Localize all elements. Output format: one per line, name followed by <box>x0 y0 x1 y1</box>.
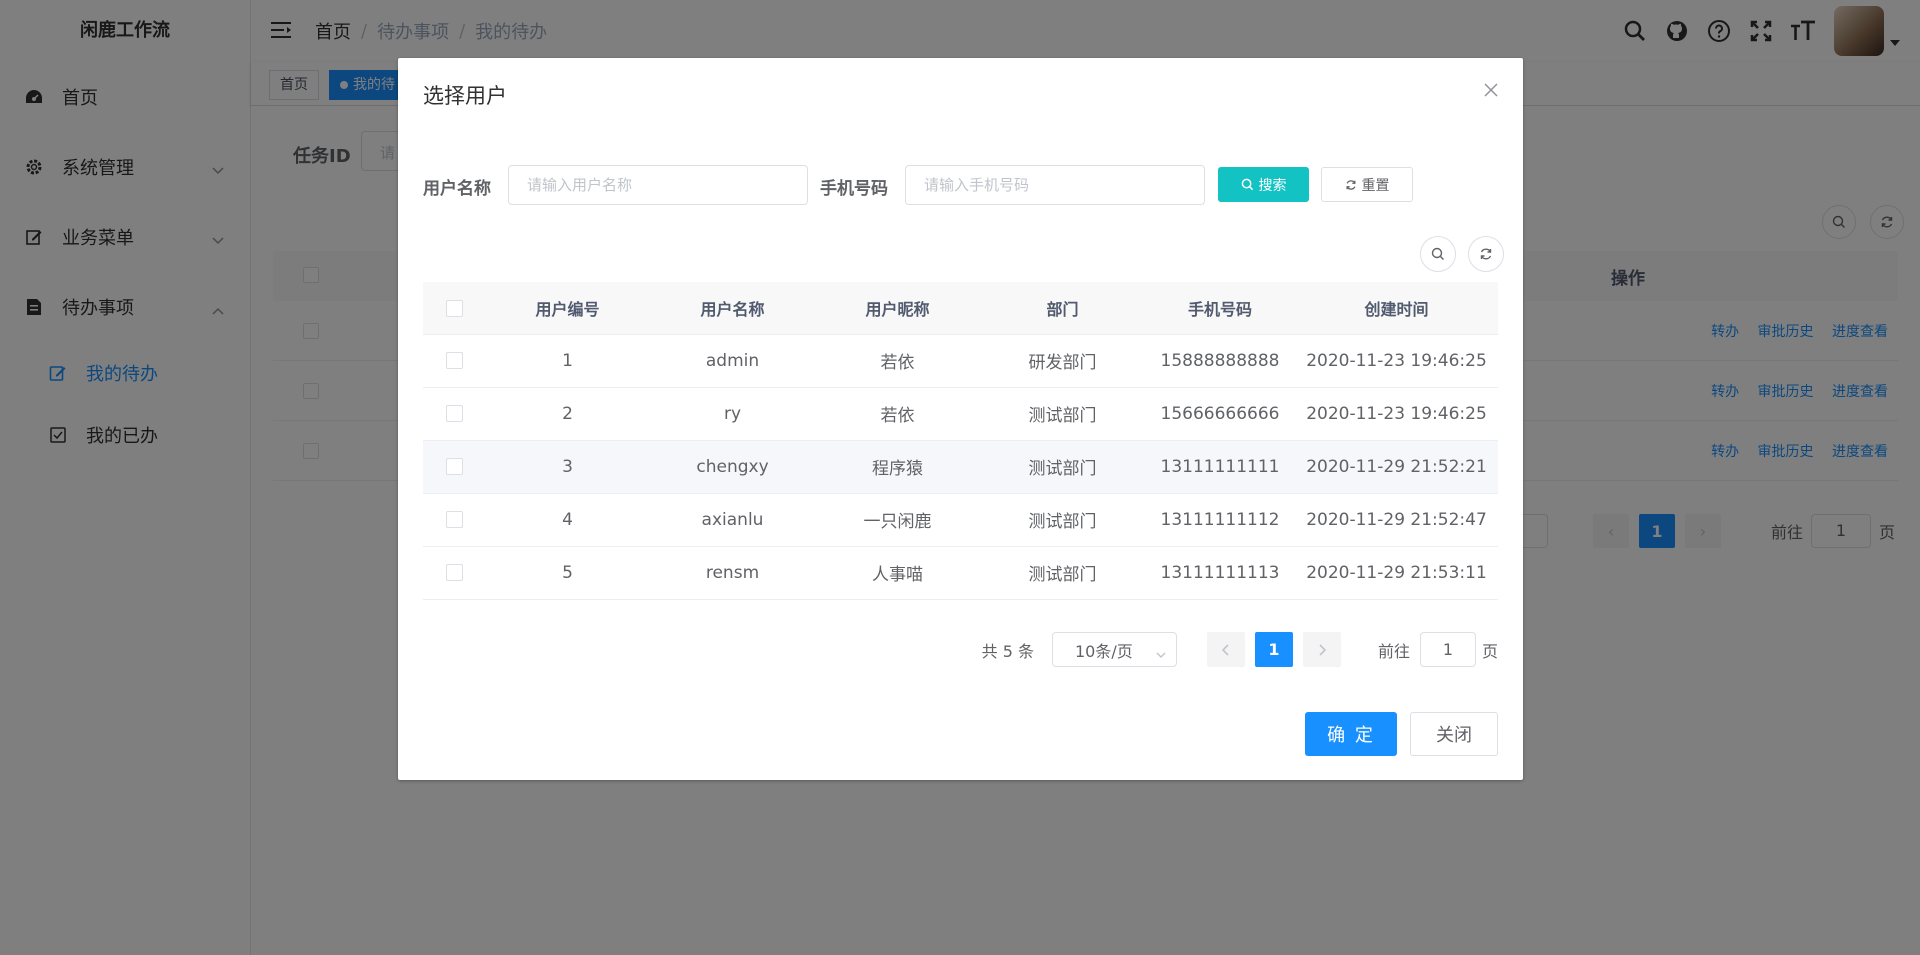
page-number-button[interactable]: 1 <box>1254 632 1293 667</box>
chevron-down-icon <box>1156 644 1166 663</box>
table-cell: 测试部门 <box>980 546 1145 600</box>
table-cell: 2 <box>485 387 650 441</box>
table-cell: 若依 <box>815 334 980 388</box>
column-header: 创建时间 <box>1295 282 1498 335</box>
page-suffix: 页 <box>1481 641 1498 661</box>
table-row[interactable]: 1 admin 若依 研发部门 15888888888 2020-11-23 1… <box>423 334 1498 388</box>
search-button[interactable]: 搜索 <box>1218 167 1309 202</box>
total-count: 共 5 条 <box>981 641 1034 661</box>
search-button-label: 搜索 <box>1258 177 1287 194</box>
prev-page-button[interactable] <box>1206 632 1245 667</box>
reset-button[interactable]: 重置 <box>1321 167 1413 202</box>
table-cell: 2020-11-29 21:53:11 <box>1295 546 1498 600</box>
username-input[interactable] <box>508 165 808 205</box>
next-page-button[interactable] <box>1302 632 1341 667</box>
close-icon[interactable] <box>1481 80 1501 100</box>
column-header: 用户编号 <box>485 282 650 335</box>
username-label: 用户名称 <box>423 179 491 199</box>
table-cell: 13111111111 <box>1145 440 1295 494</box>
table-cell: 4 <box>485 493 650 547</box>
toggle-search-button[interactable] <box>1420 236 1456 272</box>
row-checkbox[interactable] <box>445 458 463 475</box>
search-icon <box>1431 247 1444 260</box>
table-cell: 13111111112 <box>1145 493 1295 547</box>
page-size-select[interactable]: 10条/页 <box>1051 632 1177 667</box>
phone-input[interactable] <box>905 165 1205 205</box>
confirm-button[interactable]: 确 定 <box>1305 712 1397 756</box>
table-cell: 测试部门 <box>980 387 1145 441</box>
table-row[interactable]: 2 ry 若依 测试部门 15666666666 2020-11-23 19:4… <box>423 387 1498 441</box>
table-cell: 测试部门 <box>980 493 1145 547</box>
user-table: 用户编号 用户名称 用户昵称 部门 手机号码 创建时间 1 admin 若依 研… <box>423 282 1498 600</box>
table-cell: 2020-11-23 19:46:25 <box>1295 387 1498 441</box>
chevron-left-icon <box>1221 643 1229 656</box>
column-header: 手机号码 <box>1145 282 1295 335</box>
table-cell: axianlu <box>650 493 815 547</box>
search-icon <box>1241 178 1254 191</box>
phone-label: 手机号码 <box>820 179 888 199</box>
pagination: 共 5 条 10条/页 1 前往 1 页 <box>982 632 1498 667</box>
table-cell: 1 <box>485 334 650 388</box>
table-cell: chengxy <box>650 440 815 494</box>
table-row[interactable]: 4 axianlu 一只闲鹿 测试部门 13111111112 2020-11-… <box>423 493 1498 547</box>
table-cell: 若依 <box>815 387 980 441</box>
table-cell: rensm <box>650 546 815 600</box>
table-row[interactable]: 5 rensm 人事喵 测试部门 13111111113 2020-11-29 … <box>423 546 1498 600</box>
table-cell: 13111111113 <box>1145 546 1295 600</box>
goto-label: 前往 <box>1377 641 1410 661</box>
table-cell: 5 <box>485 546 650 600</box>
table-cell: 15666666666 <box>1145 387 1295 441</box>
table-cell: 程序猿 <box>815 440 980 494</box>
chevron-right-icon <box>1319 643 1326 656</box>
table-cell: 2020-11-23 19:46:25 <box>1295 334 1498 388</box>
select-user-dialog: 选择用户 用户名称 手机号码 搜索 重置 用户编号 用户名称 用户昵 <box>398 58 1523 780</box>
table-cell: 15888888888 <box>1145 334 1295 388</box>
select-all-cell <box>423 282 485 335</box>
page-size-value: 10条/页 <box>1074 641 1133 661</box>
table-cell: 一只闲鹿 <box>815 493 980 547</box>
close-button[interactable]: 关闭 <box>1410 712 1498 756</box>
table-cell: 2020-11-29 21:52:21 <box>1295 440 1498 494</box>
column-header: 用户昵称 <box>815 282 980 335</box>
refresh-icon <box>1480 248 1492 260</box>
jump-page-input[interactable]: 1 <box>1419 632 1476 667</box>
row-checkbox[interactable] <box>445 564 463 581</box>
row-checkbox[interactable] <box>445 511 463 528</box>
dialog-title: 选择用户 <box>423 84 507 108</box>
table-cell: 人事喵 <box>815 546 980 600</box>
table-row[interactable]: 3 chengxy 程序猿 测试部门 13111111111 2020-11-2… <box>423 440 1498 494</box>
refresh-icon <box>1345 179 1357 191</box>
table-cell: ry <box>650 387 815 441</box>
column-header: 用户名称 <box>650 282 815 335</box>
table-cell: admin <box>650 334 815 388</box>
table-cell: 测试部门 <box>980 440 1145 494</box>
table-cell: 3 <box>485 440 650 494</box>
row-checkbox[interactable] <box>445 352 463 369</box>
refresh-button[interactable] <box>1468 236 1504 272</box>
table-cell: 2020-11-29 21:52:47 <box>1295 493 1498 547</box>
column-header: 部门 <box>980 282 1145 335</box>
row-checkbox[interactable] <box>445 405 463 422</box>
table-header-row: 用户编号 用户名称 用户昵称 部门 手机号码 创建时间 <box>423 282 1498 335</box>
table-cell: 研发部门 <box>980 334 1145 388</box>
select-all-checkbox[interactable] <box>445 300 463 318</box>
reset-button-label: 重置 <box>1361 177 1390 194</box>
